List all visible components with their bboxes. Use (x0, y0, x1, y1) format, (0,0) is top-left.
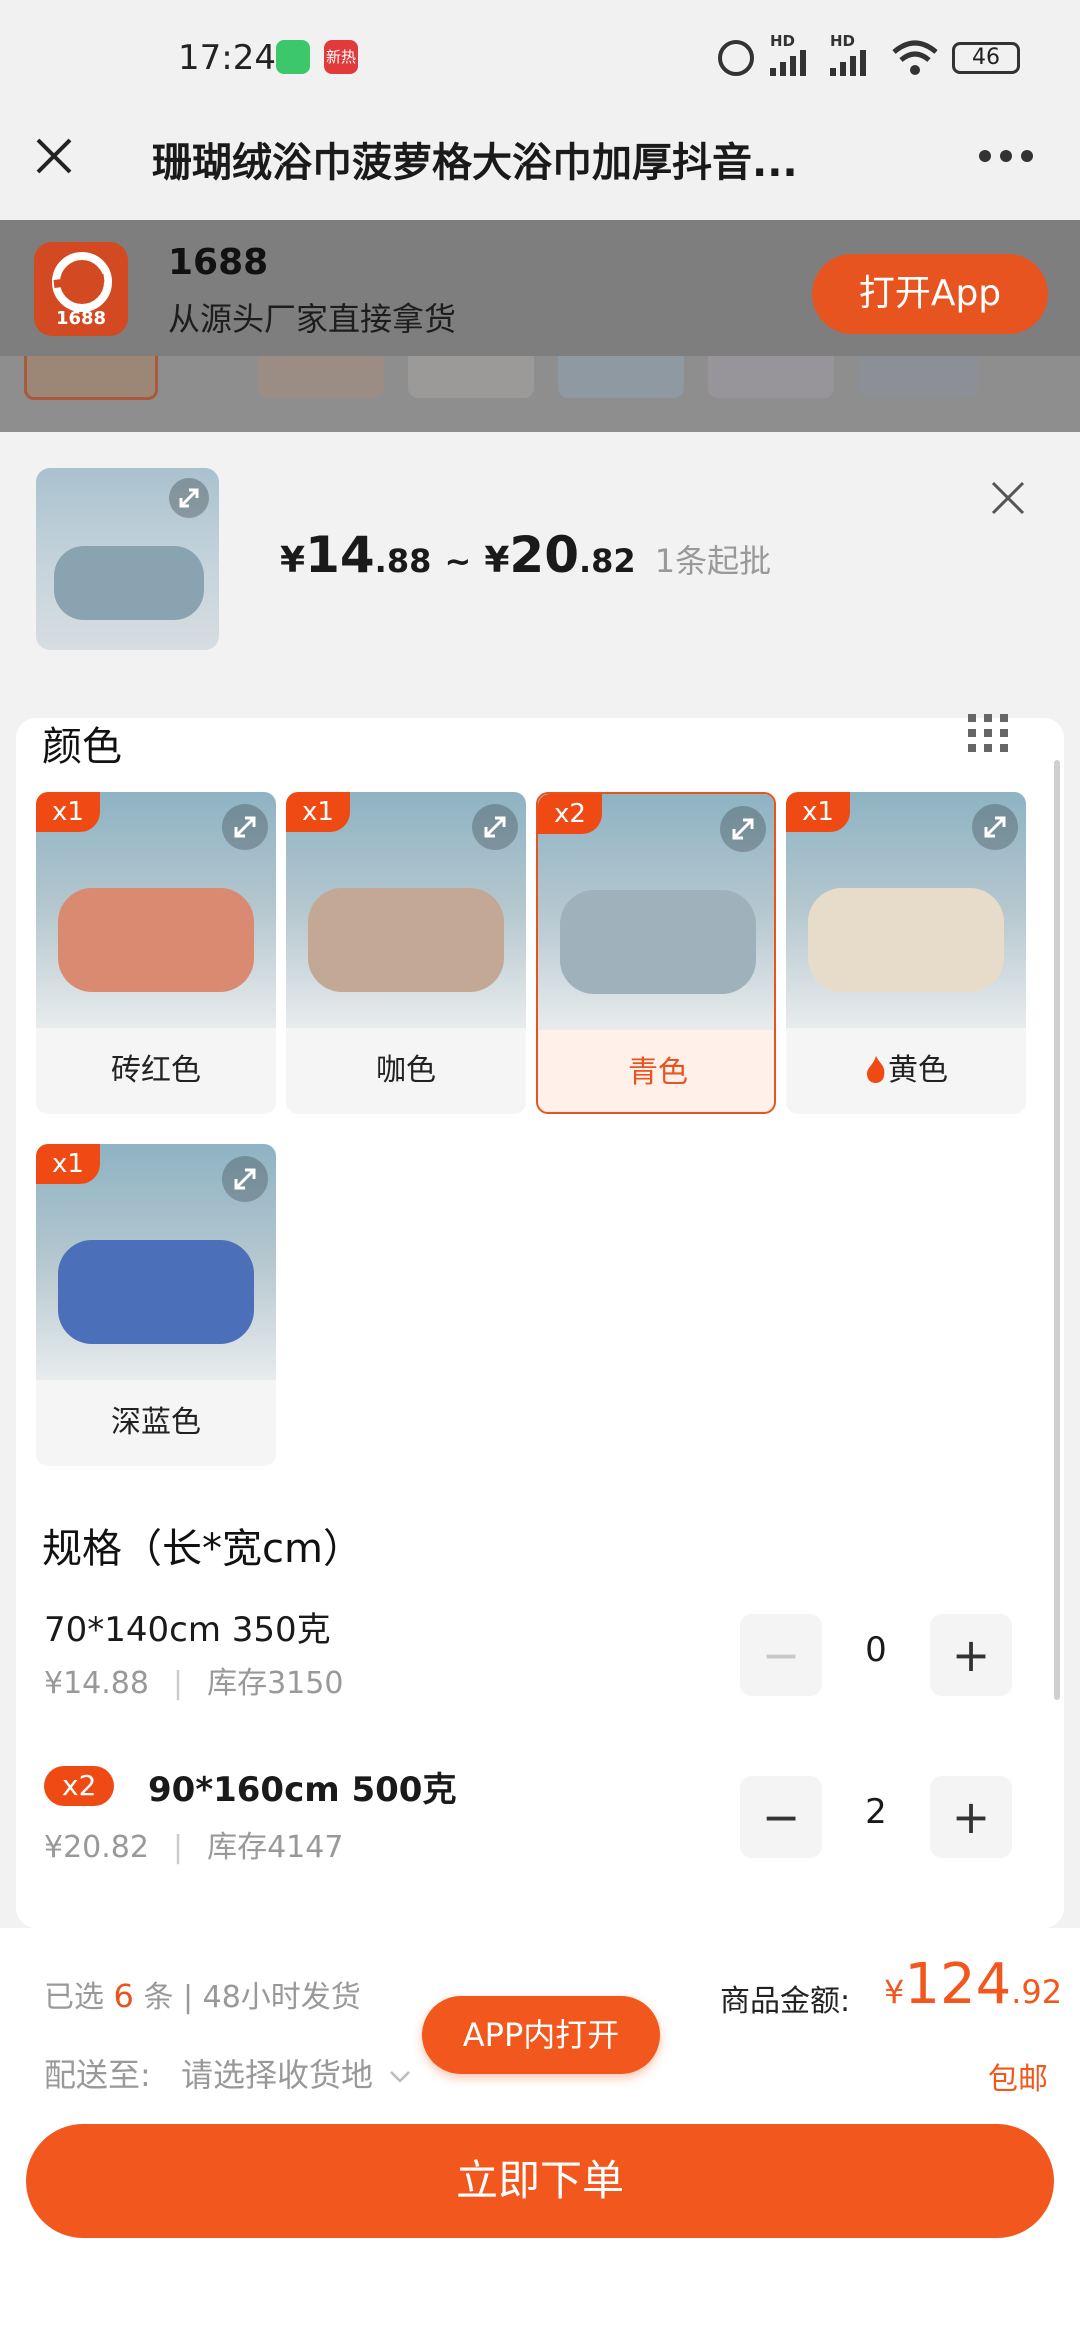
color-label: 青色 (628, 1055, 688, 1090)
price-range: ¥14.88 ~ ¥20.82 1条起批 (280, 526, 771, 584)
color-label-row: 黄色 (786, 1028, 1026, 1114)
expand-icon[interactable] (720, 806, 766, 852)
color-label: 砖红色 (111, 1053, 201, 1088)
price-low-dec: .88 (374, 542, 432, 580)
currency-symbol: ¥ (484, 540, 510, 581)
app-name: 1688 (168, 242, 269, 283)
color-option-brick-red[interactable]: x1 砖红色 (36, 792, 276, 1114)
battery-level: 46 (972, 45, 1000, 70)
signal-icon (770, 50, 816, 76)
color-option-coffee[interactable]: x1 咖色 (286, 792, 526, 1114)
alarm-icon (718, 40, 754, 76)
expand-icon[interactable] (222, 804, 268, 850)
spec-price: ¥14.88 (44, 1666, 149, 1701)
price-tilde: ~ (444, 542, 472, 580)
count-badge: x1 (36, 1144, 100, 1184)
chevron-down-icon (389, 2056, 411, 2083)
count-badge: x1 (786, 792, 850, 832)
price-high-int: 20 (509, 526, 579, 584)
color-option-yellow[interactable]: x1 黄色 (786, 792, 1026, 1114)
signal-icon-2 (830, 50, 876, 76)
expand-icon[interactable] (169, 478, 209, 518)
currency-symbol: ¥ (280, 540, 306, 581)
min-order: 1条起批 (654, 542, 772, 580)
divider: | (172, 1830, 184, 1865)
amount-dec: .92 (1011, 1973, 1063, 2011)
increase-button[interactable]: + (930, 1614, 1012, 1696)
selected-count: 6 (113, 1977, 134, 2015)
selected-suffix: 条 | 48小时发货 (143, 1980, 361, 2015)
price-high-dec: .82 (579, 542, 636, 580)
signal-hd-label-2: HD (830, 32, 856, 50)
color-label: 深蓝色 (111, 1405, 201, 1440)
decrease-button[interactable]: − (740, 1614, 822, 1696)
color-section-title: 颜色 (42, 724, 122, 770)
battery-icon: 46 (952, 42, 1020, 74)
spec-stock: 库存3150 (207, 1666, 344, 1701)
signal-hd-label: HD (770, 32, 796, 50)
news-app-icon: 新热 (324, 40, 358, 74)
app-logo: 1688 (34, 242, 128, 336)
spec-count-badge: x2 (44, 1766, 115, 1806)
ship-to-label: 配送至: (44, 2056, 151, 2094)
count-badge: x1 (36, 792, 100, 832)
increase-button[interactable]: + (930, 1776, 1012, 1858)
hot-flame-icon (864, 1032, 888, 1083)
count-badge: x2 (538, 794, 602, 834)
amount-currency: ¥ (884, 1973, 905, 2011)
amount-int: 124 (904, 1952, 1012, 2017)
free-shipping-label: 包邮 (988, 2062, 1048, 2097)
scrollbar[interactable] (1054, 760, 1060, 1700)
ship-to-value: 请选择收货地 (180, 2056, 373, 2094)
open-in-app-button[interactable]: APP内打开 (422, 1996, 660, 2074)
more-icon[interactable] (978, 148, 1034, 162)
color-label: 咖色 (376, 1053, 436, 1088)
close-sheet-icon[interactable] (990, 480, 1026, 516)
spec-stock: 库存4147 (207, 1830, 344, 1865)
product-image[interactable] (36, 468, 219, 650)
spec-meta: ¥14.88 | 库存3150 (44, 1658, 343, 1702)
count-badge: x1 (286, 792, 350, 832)
amount-label: 商品金额: (720, 1984, 851, 2019)
quantity-value[interactable]: 0 (830, 1630, 922, 1670)
expand-icon[interactable] (972, 804, 1018, 850)
selected-summary: 已选 6 条 | 48小时发货 (44, 1972, 361, 2016)
spec-name: 90*160cm 500克 (148, 1770, 457, 1810)
wechat-icon (276, 40, 310, 74)
decrease-button[interactable]: − (740, 1776, 822, 1858)
open-app-button[interactable]: 打开App (812, 254, 1048, 334)
spec-price: ¥20.82 (44, 1830, 149, 1865)
ship-to[interactable]: 配送至: 请选择收货地 (44, 2050, 411, 2096)
amount-value: ¥124.92 (884, 1952, 1062, 2017)
divider: | (172, 1666, 184, 1701)
app-logo-text: 1688 (55, 308, 107, 329)
quantity-value[interactable]: 2 (830, 1792, 922, 1832)
app-tagline: 从源头厂家直接拿货 (168, 300, 457, 338)
page-title: 珊瑚绒浴巾菠萝格大浴巾加厚抖音... (152, 140, 798, 186)
color-option-cyan[interactable]: x2 青色 (536, 792, 776, 1114)
color-label: 黄色 (888, 1053, 948, 1088)
grid-view-icon[interactable] (968, 714, 1010, 754)
place-order-button[interactable]: 立即下单 (26, 2124, 1054, 2238)
status-time: 17:24 (178, 38, 276, 78)
spec-meta: ¥20.82 | 库存4147 (44, 1822, 343, 1866)
expand-icon[interactable] (472, 804, 518, 850)
spec-section-title: 规格（长*宽cm） (42, 1526, 363, 1572)
close-icon[interactable] (34, 136, 74, 176)
expand-icon[interactable] (222, 1156, 268, 1202)
color-option-navy[interactable]: x1 深蓝色 (36, 1144, 276, 1466)
wifi-icon (890, 38, 940, 78)
selected-prefix: 已选 (44, 1980, 104, 2015)
price-low-int: 14 (305, 526, 375, 584)
spec-name: 70*140cm 350克 (44, 1610, 331, 1650)
